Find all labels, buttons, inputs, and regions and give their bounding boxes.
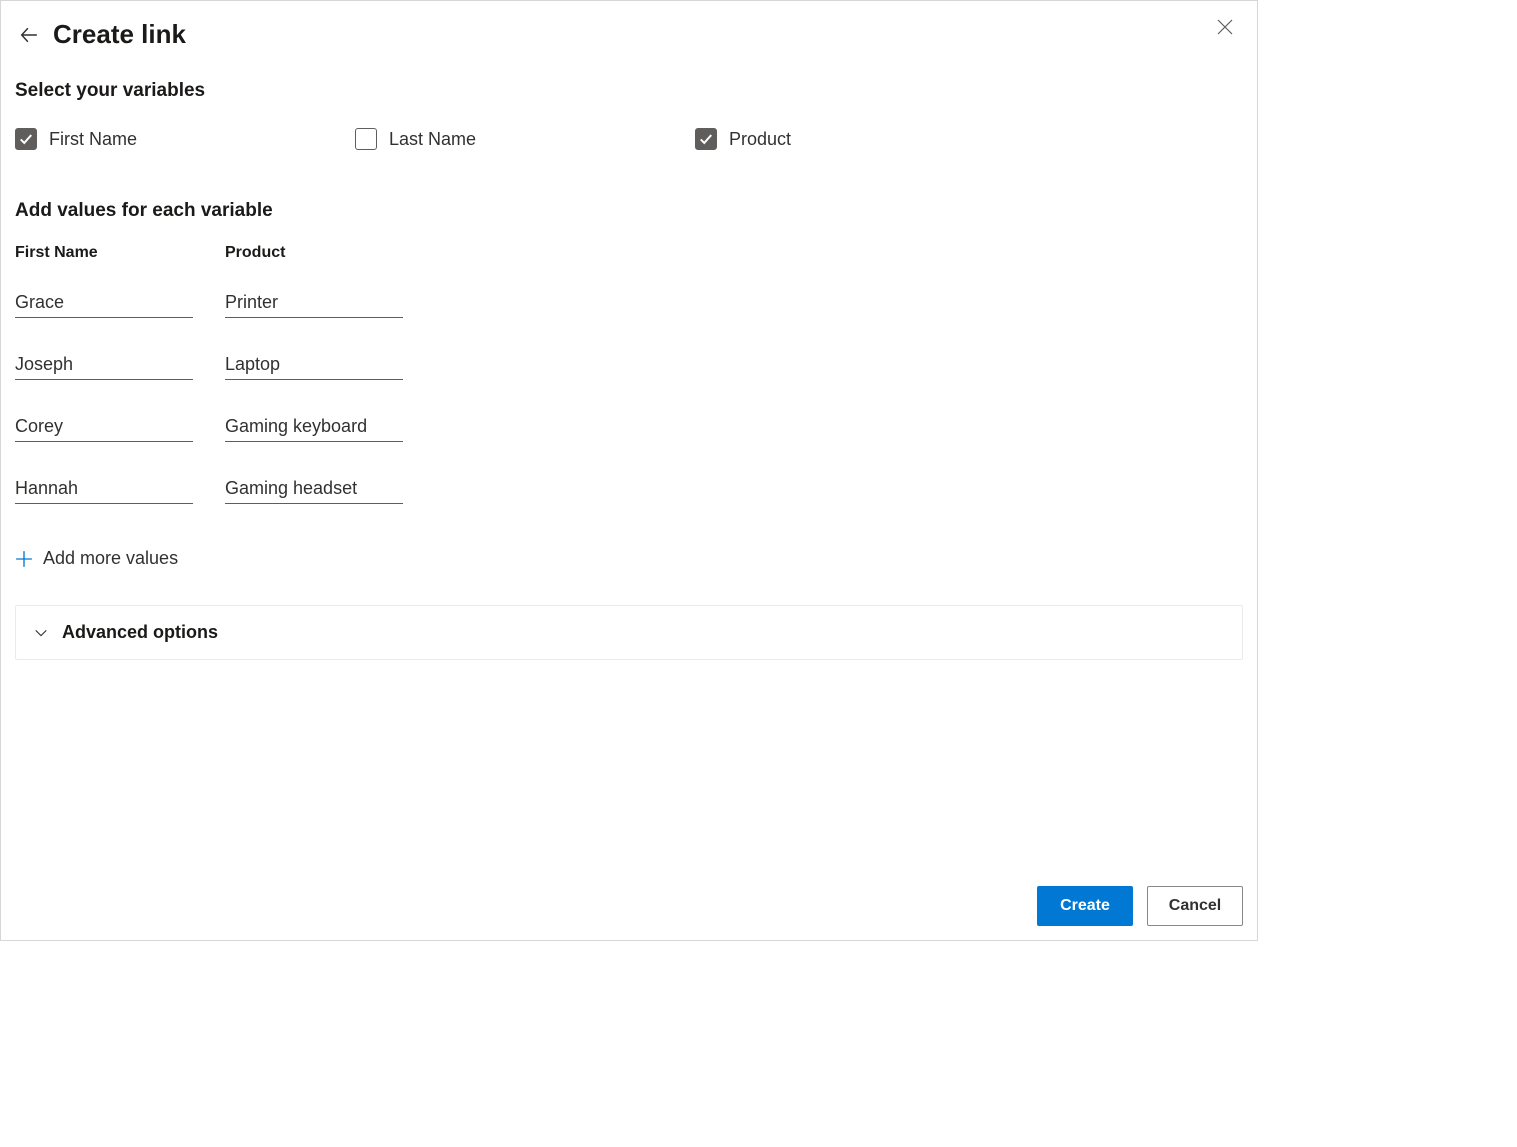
- value-input[interactable]: [225, 410, 403, 442]
- checkmark-icon: [699, 132, 713, 146]
- add-more-label: Add more values: [43, 548, 178, 569]
- back-button[interactable]: [15, 21, 43, 49]
- variable-item-first-name[interactable]: First Name: [15, 128, 355, 150]
- value-input[interactable]: [225, 286, 403, 318]
- checkbox-product[interactable]: [695, 128, 717, 150]
- close-icon: [1217, 19, 1233, 35]
- add-more-values-button[interactable]: Add more values: [15, 548, 1243, 569]
- column-header: Product: [225, 244, 403, 262]
- column-product: Product: [225, 244, 403, 534]
- values-columns: First Name Product: [15, 244, 1243, 534]
- advanced-options-label: Advanced options: [62, 622, 218, 643]
- value-input[interactable]: [15, 472, 193, 504]
- panel-footer: Create Cancel: [1037, 886, 1243, 926]
- plus-icon: [15, 550, 33, 568]
- panel-header: Create link: [1, 1, 1257, 50]
- close-button[interactable]: [1211, 13, 1239, 41]
- advanced-options-toggle[interactable]: Advanced options: [15, 605, 1243, 660]
- add-values-heading: Add values for each variable: [15, 200, 1243, 222]
- variable-label: Product: [729, 129, 791, 150]
- value-input[interactable]: [225, 348, 403, 380]
- variable-label: First Name: [49, 129, 137, 150]
- create-button[interactable]: Create: [1037, 886, 1133, 926]
- value-input[interactable]: [225, 472, 403, 504]
- variable-item-product[interactable]: Product: [695, 128, 1035, 150]
- variable-checkbox-row: First Name Last Name Product: [15, 128, 1243, 150]
- variable-item-last-name[interactable]: Last Name: [355, 128, 695, 150]
- panel-content: Select your variables First Name Last Na…: [1, 50, 1257, 940]
- column-first-name: First Name: [15, 244, 193, 534]
- cancel-button[interactable]: Cancel: [1147, 886, 1243, 926]
- checkmark-icon: [19, 132, 33, 146]
- checkbox-first-name[interactable]: [15, 128, 37, 150]
- column-header: First Name: [15, 244, 193, 262]
- value-input[interactable]: [15, 286, 193, 318]
- variable-label: Last Name: [389, 129, 476, 150]
- arrow-left-icon: [20, 26, 38, 44]
- value-input[interactable]: [15, 348, 193, 380]
- create-link-panel: Create link Select your variables First …: [0, 0, 1258, 941]
- select-variables-heading: Select your variables: [15, 80, 1243, 102]
- panel-title: Create link: [53, 19, 186, 50]
- chevron-down-icon: [34, 626, 48, 640]
- value-input[interactable]: [15, 410, 193, 442]
- checkbox-last-name[interactable]: [355, 128, 377, 150]
